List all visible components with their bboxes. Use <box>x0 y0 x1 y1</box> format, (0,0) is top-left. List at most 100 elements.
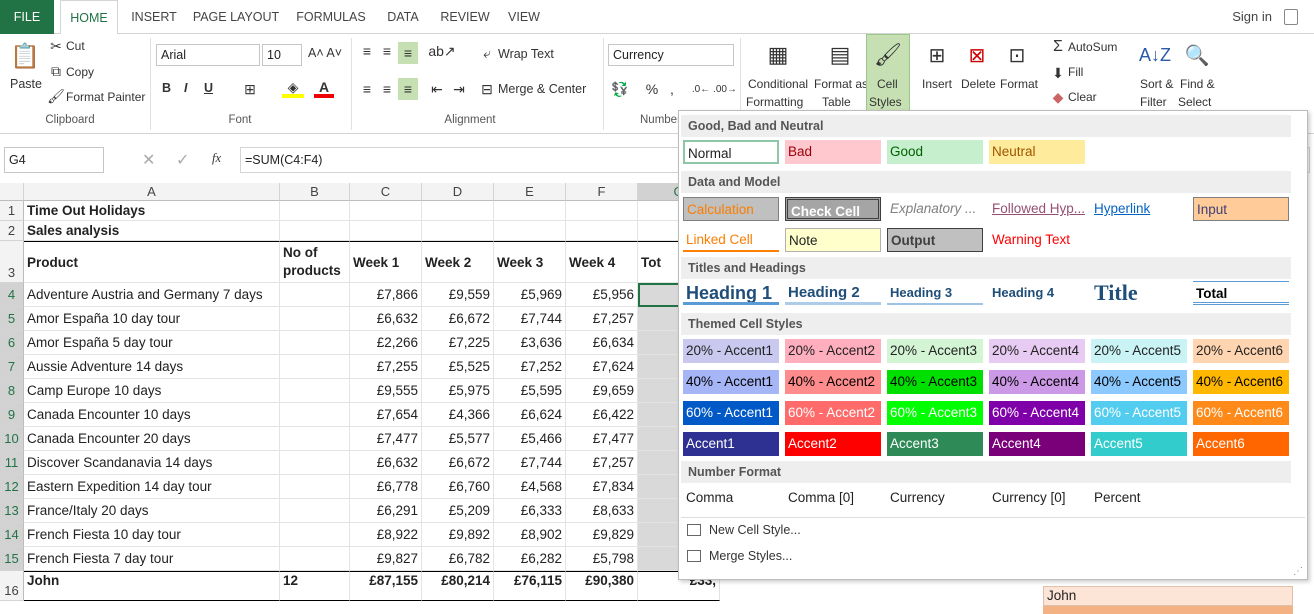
row-header[interactable]: 10 <box>0 427 24 451</box>
cell-b6[interactable] <box>280 331 350 355</box>
font-color-icon[interactable]: A <box>314 79 334 98</box>
align-left-icon[interactable]: ≡ <box>358 80 376 98</box>
comma-icon[interactable]: , <box>666 80 678 98</box>
cell-e7[interactable]: £7,252 <box>494 355 566 379</box>
row-header[interactable]: 5 <box>0 307 24 331</box>
orientation-icon[interactable]: ab↗ <box>428 42 455 60</box>
style-currency-0[interactable]: Currency [0] <box>989 486 1085 510</box>
cell-e11[interactable]: £7,744 <box>494 451 566 475</box>
cell-d14[interactable]: £9,892 <box>422 523 494 547</box>
number-format-select[interactable]: Currency <box>608 44 734 66</box>
cancel-icon[interactable]: ✕ <box>142 150 155 170</box>
cell-f11[interactable]: £7,257 <box>566 451 638 475</box>
style-currency[interactable]: Currency <box>887 486 983 510</box>
style-20-accent1[interactable]: 20% - Accent1 <box>683 339 779 363</box>
cell-a4[interactable]: Adventure Austria and Germany 7 days <box>24 283 280 307</box>
style-heading-3[interactable]: Heading 3 <box>887 281 983 305</box>
cell-b4[interactable] <box>280 283 350 307</box>
style-total[interactable]: Total <box>1193 281 1289 305</box>
cell-c15[interactable]: £9,827 <box>350 547 422 571</box>
cell-b16[interactable]: 12 <box>280 571 350 601</box>
cell-f15[interactable]: £5,798 <box>566 547 638 571</box>
cell-f6[interactable]: £6,634 <box>566 331 638 355</box>
align-bottom-icon[interactable]: ≡ <box>398 42 418 64</box>
cell-f8[interactable]: £9,659 <box>566 379 638 403</box>
cell-d3[interactable]: Week 2 <box>422 241 494 283</box>
insert-button[interactable]: Insert <box>922 77 952 91</box>
format-as-table-label-2[interactable]: Table <box>822 95 851 109</box>
style-explanatory[interactable]: Explanatory ... <box>887 197 983 221</box>
cell-e9[interactable]: £6,624 <box>494 403 566 427</box>
sort-filter-label-2[interactable]: Filter <box>1140 95 1167 109</box>
style-good[interactable]: Good <box>887 140 983 164</box>
format-as-table-label[interactable]: Format as <box>814 77 868 91</box>
row-header[interactable]: 3 <box>0 241 24 283</box>
cell-e15[interactable]: £6,282 <box>494 547 566 571</box>
insert-function-icon[interactable]: fx <box>212 151 221 166</box>
style-40-accent4[interactable]: 40% - Accent4 <box>989 370 1085 394</box>
cell-f3[interactable]: Week 4 <box>566 241 638 283</box>
cell-b10[interactable] <box>280 427 350 451</box>
style-20-accent6[interactable]: 20% - Accent6 <box>1193 339 1289 363</box>
cell-e10[interactable]: £5,466 <box>494 427 566 451</box>
sort-filter-label[interactable]: Sort & <box>1140 77 1173 91</box>
sign-in-link[interactable]: Sign in <box>1232 9 1272 24</box>
cell-c1[interactable] <box>350 201 422 221</box>
style-60-accent5[interactable]: 60% - Accent5 <box>1091 401 1187 425</box>
align-top-icon[interactable]: ≡ <box>358 42 376 60</box>
style-accent1[interactable]: Accent1 <box>683 432 779 456</box>
cell-c14[interactable]: £8,922 <box>350 523 422 547</box>
cell-c13[interactable]: £6,291 <box>350 499 422 523</box>
bold-button[interactable]: B <box>162 81 171 95</box>
row-header[interactable]: 1 <box>0 201 24 221</box>
align-right-icon[interactable]: ≡ <box>398 78 418 100</box>
row-header[interactable]: 12 <box>0 475 24 499</box>
cell-f10[interactable]: £7,477 <box>566 427 638 451</box>
cell-c2[interactable] <box>350 221 422 241</box>
cell-c3[interactable]: Week 1 <box>350 241 422 283</box>
cell-a2[interactable]: Sales analysis <box>24 221 280 241</box>
cell-a1[interactable]: Time Out Holidays <box>24 201 280 221</box>
borders-icon[interactable]: ⊞ <box>240 80 260 98</box>
cell-e12[interactable]: £4,568 <box>494 475 566 499</box>
style-heading-1[interactable]: Heading 1 <box>683 281 779 305</box>
cell-f9[interactable]: £6,422 <box>566 403 638 427</box>
cell-d10[interactable]: £5,577 <box>422 427 494 451</box>
style-title[interactable]: Title <box>1091 281 1187 305</box>
cell-c6[interactable]: £2,266 <box>350 331 422 355</box>
wrap-text-button[interactable]: Wrap Text <box>498 47 554 61</box>
cell-c16[interactable]: £87,155 <box>350 571 422 601</box>
cell-a10[interactable]: Canada Encounter 20 days <box>24 427 280 451</box>
cut-button[interactable]: Cut <box>66 39 85 53</box>
delete-button[interactable]: Delete <box>961 77 996 91</box>
style-percent[interactable]: Percent <box>1091 486 1187 510</box>
cell-c7[interactable]: £7,255 <box>350 355 422 379</box>
cell-a15[interactable]: French Fiesta 7 day tour <box>24 547 280 571</box>
cell-d7[interactable]: £5,525 <box>422 355 494 379</box>
increase-decimal-icon[interactable]: .0← <box>690 80 712 98</box>
clear-button[interactable]: Clear <box>1068 90 1097 104</box>
row-header[interactable]: 8 <box>0 379 24 403</box>
decrease-indent-icon[interactable]: ⇤ <box>428 80 446 98</box>
format-painter-button[interactable]: Format Painter <box>66 90 145 104</box>
style-60-accent6[interactable]: 60% - Accent6 <box>1193 401 1289 425</box>
percent-icon[interactable]: % <box>642 80 662 98</box>
cell-f7[interactable]: £7,624 <box>566 355 638 379</box>
style-heading-2[interactable]: Heading 2 <box>785 281 881 305</box>
column-header-f[interactable]: F <box>566 183 638 201</box>
style-followed-hyp[interactable]: Followed Hyp... <box>989 197 1085 221</box>
tab-review[interactable]: REVIEW <box>436 0 494 34</box>
row-header[interactable]: 9 <box>0 403 24 427</box>
cell-f12[interactable]: £7,834 <box>566 475 638 499</box>
style-60-accent2[interactable]: 60% - Accent2 <box>785 401 881 425</box>
paste-button[interactable]: Paste <box>10 77 42 91</box>
row-header[interactable]: 11 <box>0 451 24 475</box>
style-40-accent5[interactable]: 40% - Accent5 <box>1091 370 1187 394</box>
tab-insert[interactable]: INSERT <box>124 0 184 34</box>
tab-home[interactable]: HOME <box>60 0 118 35</box>
cell-c11[interactable]: £6,632 <box>350 451 422 475</box>
style-note[interactable]: Note <box>785 228 881 252</box>
style-40-accent1[interactable]: 40% - Accent1 <box>683 370 779 394</box>
accounting-format-icon[interactable]: 💱 <box>610 80 630 98</box>
cell-e3[interactable]: Week 3 <box>494 241 566 283</box>
